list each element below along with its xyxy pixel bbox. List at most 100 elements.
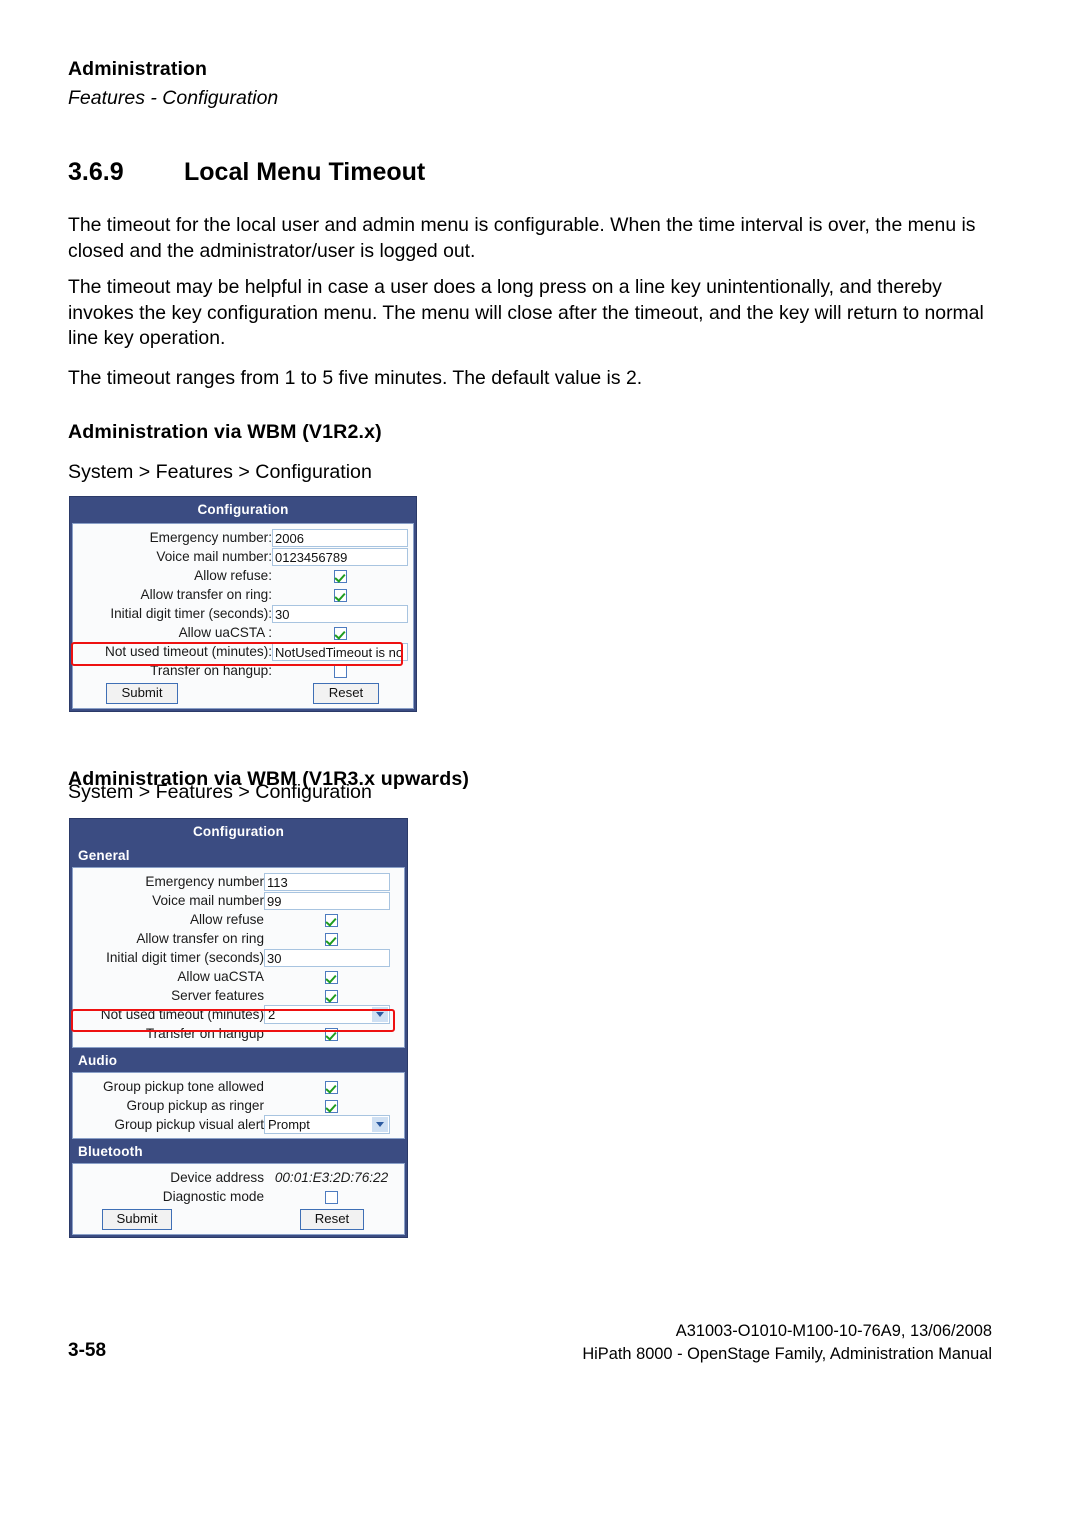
select-not-used-timeout-minutes[interactable]: 2 (264, 1005, 390, 1024)
paragraph-1: The timeout for the local user and admin… (68, 214, 976, 262)
form-row: Server features (78, 986, 399, 1005)
running-head: Administration Features - Configuration (68, 56, 988, 112)
form-row: Not used timeout (minutes): NotUsedTimeou… (78, 642, 408, 661)
checkbox-allow-refuse[interactable] (333, 569, 347, 583)
field-label-allow-refuse: Allow refuse: (194, 568, 272, 583)
checkbox-allow-transfer-on-ring[interactable] (325, 932, 338, 946)
wbm-panel-title: Configuration (197, 502, 289, 517)
input-voice-mail-number[interactable]: 99 (264, 891, 390, 910)
wbm-panel-title-v1r3: Configuration (192, 824, 285, 839)
select-value: 2 (268, 1007, 276, 1022)
field-label-diagnostic-mode: Diagnostic mode (162, 1189, 264, 1204)
checkbox-group-pickup-tone-allowed[interactable] (325, 1080, 338, 1094)
form-row: Voice mail number: 0123456789 (78, 547, 408, 566)
form-row: Allow transfer on ring (78, 929, 399, 948)
form-row: Initial digit timer (seconds) 30 (78, 948, 399, 967)
checkbox-transfer-on-hangup[interactable] (333, 664, 347, 678)
wbm-form-rows-bluetooth: Device address 00:01:E3:2D:76:22 Diagnosti… (78, 1168, 399, 1206)
input-emergency-number[interactable]: 113 (264, 872, 390, 891)
form-row: Group pickup visual alert Prompt (78, 1115, 399, 1134)
field-label-allow-transfer-on-ring: Allow transfer on ring: (140, 587, 272, 602)
form-row: Group pickup as ringer (78, 1096, 399, 1115)
field-label-voice-mail-number: Voice mail number: (156, 549, 272, 564)
field-label-group-pickup-as-ringer: Group pickup as ringer (126, 1098, 264, 1113)
wbm-section-label-bluetooth: Bluetooth (78, 1144, 143, 1159)
form-row: Diagnostic mode (78, 1187, 399, 1206)
field-label-voice-mail-number: Voice mail number (152, 893, 264, 908)
chevron-down-icon[interactable] (372, 1117, 388, 1132)
form-row: Group pickup tone allowed (78, 1077, 399, 1096)
footer-doc-info: A31003-O1010-M100-10-76A9, 13/06/2008 Hi… (582, 1320, 992, 1366)
breadcrumb-v1r2: System > Features > Configuration (68, 461, 372, 483)
field-label-emergency-number: Emergency number: (149, 530, 272, 545)
reset-button[interactable]: Reset (313, 682, 379, 704)
wbm-panel-v1r3: Configuration General Emergency number 113… (69, 818, 408, 1238)
form-row: Initial digit timer (seconds): 30 (78, 604, 408, 623)
footer-page-number: 3-58 (68, 1340, 107, 1361)
form-row: Allow transfer on ring: (78, 585, 408, 604)
select-value: Prompt (268, 1117, 310, 1132)
field-label-initial-digit-timer-seconds: Initial digit timer (seconds) (106, 950, 264, 965)
checkbox-diagnostic-mode[interactable] (325, 1190, 338, 1204)
field-label-allow-transfer-on-ring: Allow transfer on ring (136, 931, 264, 946)
wbm-section-label-general: General (78, 848, 130, 863)
wbm-form-rows-audio: Group pickup tone allowed Group pickup as… (78, 1077, 399, 1134)
wbm-button-row: Submit Reset (78, 682, 408, 704)
running-head-title: Administration (68, 58, 207, 80)
running-head-subtitle: Features - Configuration (68, 87, 279, 110)
form-row: Device address 00:01:E3:2D:76:22 (78, 1168, 399, 1187)
checkbox-server-features[interactable] (325, 989, 338, 1003)
field-label-emergency-number: Emergency number (145, 874, 264, 889)
checkbox-transfer-on-hangup[interactable] (325, 1027, 338, 1041)
field-label-allow-uacsta: Allow uaCSTA (177, 969, 264, 984)
input-not-used-timeout-minutes[interactable]: NotUsedTimeout is no (272, 642, 408, 661)
form-row: Transfer on hangup (78, 1024, 399, 1043)
form-row: Emergency number 113 (78, 872, 399, 891)
wbm-form-rows-general: Emergency number 113 Voice mail number 99 Al… (78, 872, 399, 1043)
submit-button[interactable]: Submit (106, 682, 178, 704)
field-label-transfer-on-hangup: Transfer on hangup: (150, 663, 272, 678)
breadcrumb-v1r3: System > Features > Configuration (68, 781, 372, 803)
field-label-not-used-timeout-minutes: Not used timeout (minutes): (105, 644, 272, 659)
subheading-v1r2: Administration via WBM (V1R2.x) (68, 421, 382, 443)
wbm-panel-body: Emergency number: 2006 Voice mail number: 0… (72, 523, 414, 709)
field-label-device-address: Device address (170, 1170, 264, 1185)
field-label-not-used-timeout-minutes: Not used timeout (minutes) (100, 1007, 264, 1022)
input-emergency-number[interactable]: 2006 (272, 528, 408, 547)
input-initial-digit-timer-seconds[interactable]: 30 (264, 948, 390, 967)
footer-doc-id: A31003-O1010-M100-10-76A9, 13/06/2008 (675, 1322, 992, 1340)
reset-button-v1r3[interactable]: Reset (300, 1208, 364, 1230)
checkbox-allow-uacsta[interactable] (325, 970, 338, 984)
checkbox-allow-uacsta[interactable] (333, 626, 347, 640)
input-voice-mail-number[interactable]: 0123456789 (272, 547, 408, 566)
chevron-down-icon[interactable] (372, 1007, 388, 1022)
section-heading: 3.6.9 Local Menu Timeout (68, 158, 988, 187)
form-row: Allow refuse (78, 910, 399, 929)
footer-doc-title: HiPath 8000 - OpenStage Family, Administ… (582, 1345, 992, 1363)
field-label-initial-digit-timer-seconds: Initial digit timer (seconds): (110, 606, 272, 621)
checkbox-allow-refuse[interactable] (325, 913, 338, 927)
form-row: Allow uaCSTA : (78, 623, 408, 642)
wbm-section-body-bluetooth: Device address 00:01:E3:2D:76:22 Diagnosti… (72, 1163, 405, 1235)
checkbox-allow-transfer-on-ring[interactable] (333, 588, 347, 602)
checkbox-group-pickup-as-ringer[interactable] (325, 1099, 338, 1113)
paragraph-2: The timeout may be helpful in case a use… (68, 276, 984, 350)
section-number: 3.6.9 (68, 158, 124, 186)
document-page: Administration Features - Configuration … (0, 0, 1080, 1528)
field-label-allow-refuse: Allow refuse (189, 912, 264, 927)
wbm-section-body-general: Emergency number 113 Voice mail number 99 Al… (72, 867, 405, 1048)
field-label-transfer-on-hangup: Transfer on hangup (145, 1026, 264, 1041)
form-row: Allow refuse: (78, 566, 408, 585)
field-label-group-pickup-tone-allowed: Group pickup tone allowed (103, 1079, 264, 1094)
form-row: Emergency number: 2006 (78, 528, 408, 547)
select-group-pickup-visual-alert[interactable]: Prompt (264, 1115, 390, 1134)
wbm-panel-v1r2: Configuration Emergency number: 2006 Voice… (69, 496, 417, 712)
submit-button-v1r3[interactable]: Submit (102, 1208, 172, 1230)
field-label-server-features: Server features (171, 988, 264, 1003)
input-initial-digit-timer-seconds[interactable]: 30 (272, 604, 408, 623)
form-row: Allow uaCSTA (78, 967, 399, 986)
field-label-group-pickup-visual-alert: Group pickup visual alert (114, 1117, 264, 1132)
form-row: Voice mail number 99 (78, 891, 399, 910)
form-row: Transfer on hangup: (78, 661, 408, 680)
section-title: Local Menu Timeout (184, 158, 426, 186)
